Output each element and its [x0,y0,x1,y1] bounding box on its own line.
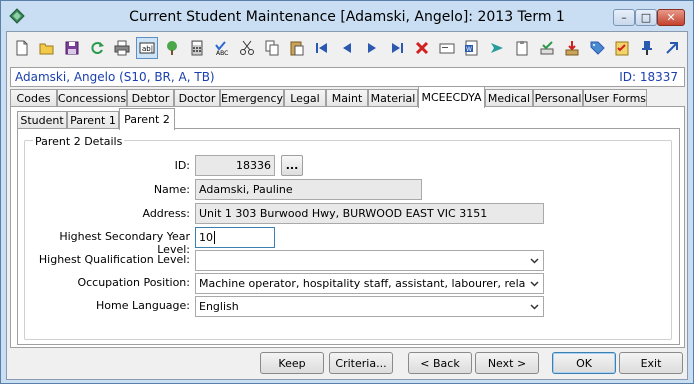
tab-parent-2[interactable]: Parent 2 [119,108,175,130]
home-language-label: Home Language: [96,299,190,312]
secondary-year-value: 10 [199,231,213,244]
group-title: Parent 2 Details [33,135,125,148]
ellipsis-icon: ... [285,159,299,172]
student-id: ID: 18337 [619,70,678,84]
download-icon[interactable] [561,37,583,59]
tab-maint[interactable]: Maint [326,89,368,107]
minimize-button[interactable]: – [613,9,635,26]
paste-icon[interactable] [286,37,308,59]
last-record-icon[interactable] [386,37,408,59]
id-value: 18336 [236,159,271,172]
address-label: Address: [142,207,190,220]
tab-codes[interactable]: Codes [10,89,57,107]
qualification-select[interactable] [195,250,544,271]
tab-material[interactable]: Material [368,89,418,107]
card-icon[interactable] [436,37,458,59]
toolbar: ab| ABC W [7,32,687,66]
tree-icon[interactable] [161,37,183,59]
cut-icon[interactable] [236,37,258,59]
client-area: ab| ABC W Adamski, Angelo (S10, BR, A, T… [6,31,688,380]
word-icon[interactable]: W [461,37,483,59]
chevron-down-icon [530,258,539,264]
copy-icon[interactable] [261,37,283,59]
print-icon[interactable] [111,37,133,59]
tab-doctor[interactable]: Doctor [174,89,220,107]
id-lookup-button[interactable]: ... [281,155,303,176]
occupation-select[interactable]: Machine operator, hospitality staff, ass… [195,273,544,294]
exit-button[interactable]: Exit [619,352,683,374]
next-record-icon[interactable] [361,37,383,59]
title-bar[interactable]: Current Student Maintenance [Adamski, An… [1,1,693,31]
tag-icon[interactable] [586,37,608,59]
refresh-icon[interactable] [86,37,108,59]
pin-icon[interactable] [636,37,658,59]
keep-button[interactable]: Keep [260,352,324,374]
field-label-icon[interactable]: ab| [136,37,158,59]
tab-mceecdya[interactable]: MCEECDYA [418,86,485,108]
send-icon[interactable] [486,37,508,59]
id-field[interactable]: 18336 [195,155,275,176]
main-window: Current Student Maintenance [Adamski, An… [0,0,694,384]
approve-icon[interactable] [536,37,558,59]
occupation-value: Machine operator, hospitality staff, ass… [199,277,525,290]
open-icon[interactable] [36,37,58,59]
save-icon[interactable] [61,37,83,59]
tab-emergency[interactable]: Emergency [220,89,284,107]
secondary-year-input[interactable]: 10 [195,227,275,248]
svg-text:W: W [466,46,472,53]
home-language-value: English [199,300,239,313]
minimize-icon: – [621,11,627,24]
home-language-select[interactable]: English [195,296,544,317]
id-label: ID: [174,159,190,172]
new-icon[interactable] [11,37,33,59]
tab-personal[interactable]: Personal [533,89,583,107]
tab-student[interactable]: Student [17,111,67,129]
name-value: Adamski, Pauline [199,183,293,196]
address-value: Unit 1 303 Burwood Hwy, BURWOOD EAST VIC… [199,207,488,220]
student-info-bar: Adamski, Angelo (S10, BR, A, TB) ID: 183… [10,67,685,87]
tab-concessions[interactable]: Concessions [57,89,127,107]
previous-record-icon[interactable] [336,37,358,59]
window-title: Current Student Maintenance [Adamski, An… [129,9,565,25]
arrow-up-right-icon[interactable] [661,37,683,59]
qualification-label: Highest Qualification Level: [38,253,190,266]
tab-user-forms[interactable]: User Forms [583,89,647,107]
checklist-icon[interactable] [611,37,633,59]
criteria-button[interactable]: Criteria... [329,352,393,374]
maximize-icon: □ [640,11,652,24]
next-button[interactable]: Next > [475,352,539,374]
student-name: Adamski, Angelo (S10, BR, A, TB) [15,70,215,84]
first-record-icon[interactable] [311,37,333,59]
parent-2-panel: Parent 2 Details ID: 18336 ... Name: Ada… [17,128,680,345]
ok-button[interactable]: OK [552,352,616,374]
back-button[interactable]: < Back [408,352,472,374]
delete-icon[interactable] [411,37,433,59]
tab-debtor[interactable]: Debtor [127,89,174,107]
maximize-button[interactable]: □ [635,9,657,26]
text-caret [214,231,215,244]
close-icon: ✕ [666,11,676,24]
name-label: Name: [153,183,190,196]
spellcheck-icon[interactable]: ABC [211,37,233,59]
tab-parent-1[interactable]: Parent 1 [67,111,119,129]
calculator-icon[interactable] [186,37,208,59]
parent-2-details-group: Parent 2 Details ID: 18336 ... Name: Ada… [24,135,672,340]
mceecdya-panel: Student Parent 1 Parent 2 Parent 2 Detai… [10,106,685,348]
svg-text:ab|: ab| [142,45,153,53]
occupation-label: Occupation Position: [77,276,190,289]
svg-text:ABC: ABC [216,50,228,57]
clipboard-icon[interactable] [511,37,533,59]
address-field[interactable]: Unit 1 303 Burwood Hwy, BURWOOD EAST VIC… [195,203,544,224]
tab-medical[interactable]: Medical [485,89,533,107]
tab-legal[interactable]: Legal [284,89,326,107]
chevron-down-icon [530,281,539,287]
close-button[interactable]: ✕ [657,9,685,26]
name-field[interactable]: Adamski, Pauline [195,179,422,200]
chevron-down-icon [530,304,539,310]
